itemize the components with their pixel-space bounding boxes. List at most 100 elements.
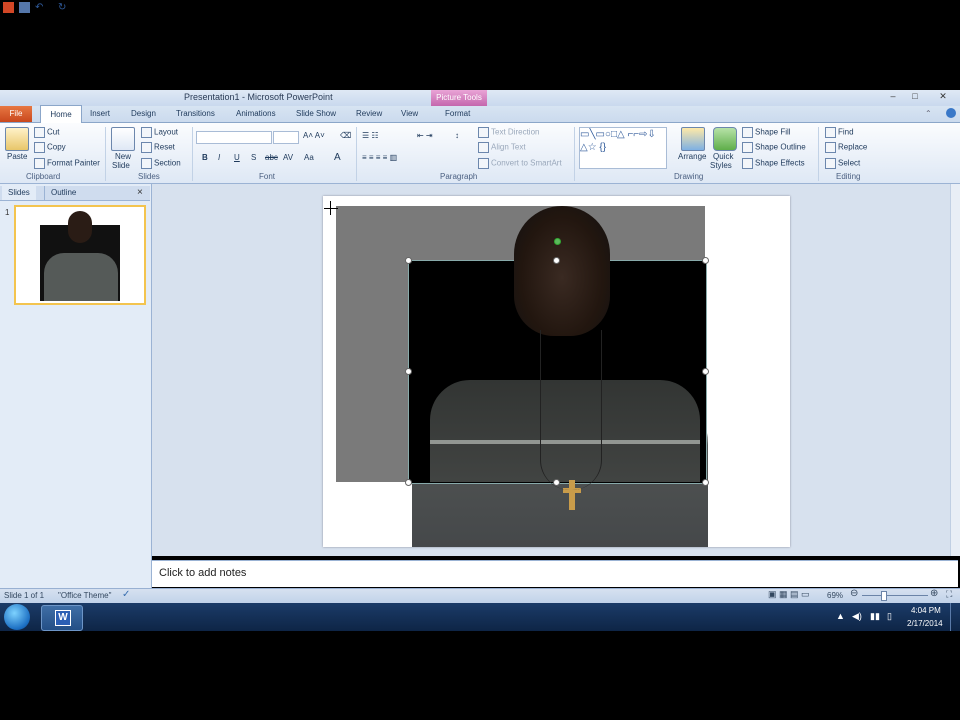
resize-handle-bottom[interactable] — [553, 479, 560, 486]
font-group-label: Font — [259, 172, 276, 181]
arrange-button[interactable]: Arrange — [678, 152, 706, 161]
tab-home[interactable]: Home — [40, 105, 82, 123]
bold-button[interactable]: B — [202, 153, 208, 162]
underline-button[interactable]: U — [234, 153, 240, 162]
group-separator — [356, 127, 357, 181]
rotation-handle[interactable] — [554, 238, 561, 245]
resize-handle-top[interactable] — [553, 257, 560, 264]
cut-button[interactable]: Cut — [34, 127, 59, 138]
help-icon[interactable] — [946, 108, 956, 118]
network-icon[interactable]: ▮▮ — [870, 611, 880, 622]
tab-animations[interactable]: Animations — [236, 109, 276, 118]
redo-icon[interactable]: ↻ — [58, 2, 69, 13]
zoom-out-icon[interactable]: ⊖ — [850, 588, 858, 599]
line-spacing-icon[interactable]: ↕ — [455, 131, 459, 140]
new-slide-label-2[interactable]: Slide — [112, 161, 130, 170]
paste-icon[interactable] — [5, 127, 29, 151]
clear-formatting-icon[interactable]: ⌫ — [340, 131, 351, 140]
resize-handle-right[interactable] — [702, 368, 709, 375]
zoom-slider[interactable] — [862, 595, 928, 596]
paste-button[interactable]: Paste — [7, 152, 27, 161]
undo-icon[interactable]: ↶ — [35, 2, 46, 13]
shape-fill-button[interactable]: Shape Fill — [742, 127, 791, 138]
character-spacing-button[interactable]: AV — [283, 153, 293, 162]
paintbrush-icon — [34, 158, 45, 169]
maximize-button[interactable]: □ — [908, 91, 922, 102]
spell-check-icon[interactable]: ✓ — [122, 589, 130, 600]
slide-thumbnail[interactable] — [14, 205, 146, 305]
text-shadow-button[interactable]: S — [251, 153, 256, 162]
minimize-ribbon-icon[interactable]: ⌃ — [925, 109, 934, 118]
text-direction-button[interactable]: Text Direction — [478, 127, 539, 138]
grow-font-icon[interactable]: A˄ A˅ — [303, 131, 325, 140]
powerpoint-app-icon[interactable] — [3, 2, 14, 13]
volume-icon[interactable]: ◀) — [852, 611, 862, 622]
resize-handle-bottom-right[interactable] — [702, 479, 709, 486]
tab-view[interactable]: View — [401, 109, 418, 118]
font-name-field[interactable] — [196, 131, 272, 144]
copy-button[interactable]: Copy — [34, 142, 66, 153]
bullets-icon[interactable]: ☰ ☷ — [362, 131, 379, 140]
tab-design[interactable]: Design — [131, 109, 156, 118]
indent-icon[interactable]: ⇤ ⇥ — [417, 131, 433, 140]
strikethrough-button[interactable]: abc — [265, 153, 278, 162]
clock-time[interactable]: 4:04 PM — [911, 606, 941, 615]
paragraph-group-label: Paragraph — [440, 172, 478, 181]
vertical-scrollbar[interactable] — [950, 184, 960, 556]
resize-handle-left[interactable] — [405, 368, 412, 375]
layout-button[interactable]: Layout — [141, 127, 178, 138]
format-painter-button[interactable]: Format Painter — [34, 158, 100, 169]
font-size-field[interactable] — [273, 131, 299, 144]
reset-button[interactable]: Reset — [141, 142, 175, 153]
fit-to-window-icon[interactable]: ⛶ — [946, 589, 952, 600]
change-case-button[interactable]: Aa — [304, 153, 314, 162]
close-window-button[interactable]: ✕ — [936, 91, 950, 102]
shape-effects-button[interactable]: Shape Effects — [742, 158, 805, 169]
convert-smartart-button[interactable]: Convert to SmartArt — [478, 158, 562, 169]
new-slide-label[interactable]: New — [115, 152, 131, 161]
tab-format[interactable]: Format — [445, 109, 470, 118]
resize-handle-bottom-left[interactable] — [405, 479, 412, 486]
arrange-icon[interactable] — [681, 127, 705, 151]
select-button[interactable]: Select — [825, 158, 860, 169]
zoom-in-icon[interactable]: ⊕ — [930, 588, 938, 599]
close-panel-button[interactable]: × — [137, 187, 143, 198]
tab-file[interactable]: File — [0, 106, 32, 122]
replace-button[interactable]: Replace — [825, 142, 867, 153]
new-slide-icon[interactable] — [111, 127, 135, 151]
view-buttons-icon[interactable]: ▣ ▦ ▤ ▭ — [768, 589, 810, 600]
theme-status[interactable]: "Office Theme" — [58, 591, 111, 600]
tab-slides[interactable]: Slides — [2, 186, 36, 200]
show-desktop-button[interactable] — [950, 603, 960, 631]
clock-date[interactable]: 2/17/2014 — [907, 619, 943, 628]
align-text-button[interactable]: Align Text — [478, 142, 526, 153]
tab-insert[interactable]: Insert — [90, 109, 110, 118]
resize-handle-top-right[interactable] — [702, 257, 709, 264]
align-icons[interactable]: ≡ ≡ ≡ ≡ ▥ — [362, 153, 397, 162]
shape-fill-label: Shape Fill — [755, 127, 791, 137]
quick-styles-icon[interactable] — [713, 127, 737, 151]
minimize-button[interactable]: – — [886, 91, 900, 102]
shape-outline-button[interactable]: Shape Outline — [742, 142, 806, 153]
cut-label: Cut — [47, 127, 60, 137]
taskbar-word-button[interactable]: W — [41, 605, 83, 631]
notes-pane[interactable]: Click to add notes — [152, 560, 958, 587]
tab-slide-show[interactable]: Slide Show — [296, 109, 336, 118]
italic-button[interactable]: I — [218, 153, 220, 162]
start-button-icon[interactable] — [4, 604, 30, 630]
quick-styles-label-2[interactable]: Styles — [710, 161, 732, 170]
battery-icon[interactable]: ▯ — [887, 611, 892, 622]
show-hidden-icons-icon[interactable]: ▲ — [836, 611, 845, 621]
font-color-button[interactable]: A — [334, 152, 341, 163]
resize-handle-top-left[interactable] — [405, 257, 412, 264]
find-button[interactable]: Find — [825, 127, 854, 138]
tab-review[interactable]: Review — [356, 109, 382, 118]
save-icon[interactable] — [19, 2, 30, 13]
shapes-gallery[interactable]: ▭╲▭○□△ ⌐⌐⇨⇩ △☆ {} — [579, 127, 667, 169]
quick-styles-label[interactable]: Quick — [713, 152, 733, 161]
section-button[interactable]: Section — [141, 158, 181, 169]
zoom-level[interactable]: 69% — [827, 591, 843, 600]
tab-outline[interactable]: Outline — [44, 186, 83, 200]
zoom-slider-thumb[interactable] — [881, 591, 887, 601]
tab-transitions[interactable]: Transitions — [176, 109, 215, 118]
